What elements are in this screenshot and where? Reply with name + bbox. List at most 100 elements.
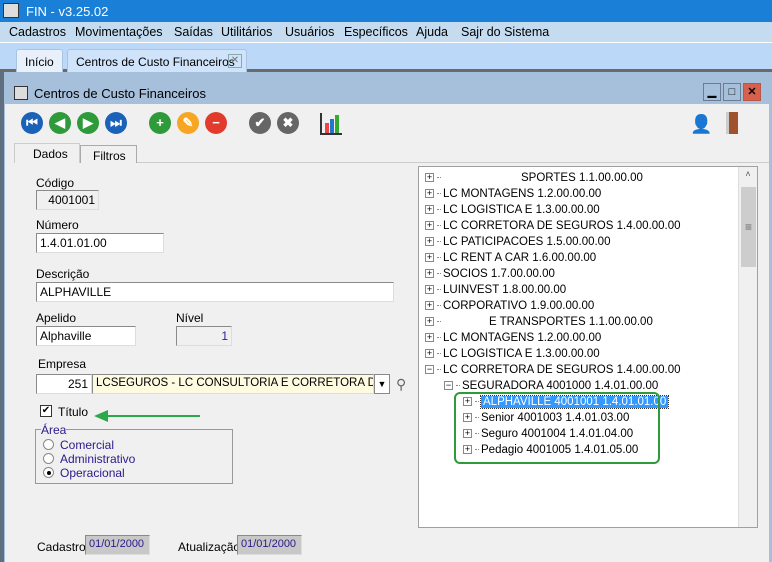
edit-icon[interactable]: ✎: [177, 112, 199, 134]
expand-icon[interactable]: +: [425, 237, 434, 247]
tree-node[interactable]: + LC MONTAGENS 1.2.00.00.00: [425, 330, 601, 346]
menu-cadastros[interactable]: Cadastros: [9, 25, 66, 39]
highlight-box: [454, 392, 660, 464]
expand-icon[interactable]: +: [425, 269, 434, 279]
nivel-field: 1: [176, 326, 232, 346]
expand-icon[interactable]: +: [425, 301, 434, 311]
confirm-icon[interactable]: ✔: [249, 112, 271, 134]
first-icon[interactable]: ⏮: [21, 112, 43, 134]
titulo-checkbox[interactable]: ✔: [40, 405, 52, 417]
form-tab-dados[interactable]: Dados: [14, 143, 80, 163]
user-security-icon[interactable]: 👤: [690, 114, 712, 135]
form-tab-filtros[interactable]: Filtros: [80, 145, 137, 163]
expand-icon[interactable]: +: [425, 221, 434, 231]
collapse-icon[interactable]: −: [425, 365, 434, 375]
search-icon[interactable]: ⚲: [396, 376, 406, 393]
scroll-up-icon[interactable]: ˄: [739, 169, 757, 185]
tab-label: Dados: [33, 147, 68, 161]
expand-icon[interactable]: +: [425, 205, 434, 215]
tab-centros-de-custo[interactable]: Centros de Custo Financeiros ✕: [67, 49, 247, 72]
delete-icon[interactable]: −: [205, 112, 227, 134]
tree-node[interactable]: + LC LOGISTICA E 1.3.00.00.00: [425, 202, 600, 218]
tree-node[interactable]: + SOCIOS 1.7.00.00.00: [425, 266, 555, 282]
title-bar: FIN - v3.25.02: [0, 0, 772, 22]
report-icon[interactable]: [320, 113, 342, 135]
tree-node[interactable]: + LC CORRETORA DE SEGUROS 1.4.00.00.00: [425, 218, 681, 234]
apelido-input[interactable]: Alphaville: [36, 326, 136, 346]
menu-especificos[interactable]: Específicos: [344, 25, 408, 39]
empresa-select[interactable]: LCSEGUROS - LC CONSULTORIA E CORRETORA D…: [92, 374, 374, 394]
previous-icon[interactable]: ◀: [49, 112, 71, 134]
tree-node[interactable]: + LC LOGISTICA E 1.3.00.00.00: [425, 346, 600, 362]
radio-operacional[interactable]: [43, 467, 54, 478]
exit-door-icon[interactable]: [726, 112, 738, 134]
tree-node[interactable]: + SPORTES 1.1.00.00.00: [425, 170, 643, 186]
app-icon: [3, 3, 19, 18]
tab-inicio[interactable]: Início: [16, 49, 63, 72]
cadastro-label: Cadastro: [37, 540, 86, 554]
tree-node[interactable]: − LC CORRETORA DE SEGUROS 1.4.00.00.00: [425, 362, 681, 378]
tree-node-label: LUINVEST 1.8.00.00.00: [443, 284, 567, 296]
cost-center-tree[interactable]: + SPORTES 1.1.00.00.00 + LC MONTAGENS 1.2.0…: [418, 166, 758, 528]
menu-movimentacoes[interactable]: Movimentações: [75, 25, 163, 39]
maximize-button[interactable]: □: [723, 83, 741, 101]
tree-connector: [437, 353, 441, 355]
expand-icon[interactable]: +: [425, 349, 434, 359]
menu-bar: Cadastros Movimentações Saídas Utilitári…: [0, 22, 772, 43]
tree-node-label: LC MONTAGENS 1.2.00.00.00: [443, 332, 602, 344]
expand-icon[interactable]: +: [425, 333, 434, 343]
tree-node-label: SPORTES 1.1.00.00.00: [521, 172, 643, 184]
tree-node[interactable]: + LUINVEST 1.8.00.00.00: [425, 282, 566, 298]
collapse-icon[interactable]: −: [444, 381, 453, 391]
expand-icon[interactable]: +: [425, 173, 434, 183]
descricao-input[interactable]: ALPHAVILLE: [36, 282, 394, 302]
tree-connector: [437, 273, 441, 275]
close-tab-icon[interactable]: ✕: [228, 54, 242, 68]
expand-icon[interactable]: +: [425, 253, 434, 263]
dropdown-arrow-icon[interactable]: ▼: [374, 374, 390, 394]
menu-utilitarios[interactable]: Utilitários: [221, 25, 272, 39]
nivel-label: Nível: [176, 311, 204, 325]
tree-node-label: LC RENT A CAR 1.6.00.00.00: [443, 252, 597, 264]
expand-icon[interactable]: +: [425, 317, 434, 327]
numero-label: Número: [36, 218, 79, 232]
window-title: Centros de Custo Financeiros: [34, 86, 206, 101]
atualizacao-label: Atualização: [178, 540, 241, 554]
scroll-thumb[interactable]: ≡: [741, 187, 756, 267]
tree-connector: [437, 241, 441, 243]
tree-node[interactable]: + E TRANSPORTES 1.1.00.00.00: [425, 314, 653, 330]
tree-node-label: LC LOGISTICA E 1.3.00.00.00: [443, 204, 600, 216]
tree-connector: [437, 321, 441, 323]
tree-node-label: LC CORRETORA DE SEGUROS 1.4.00.00.00: [443, 364, 681, 376]
radio-administrativo[interactable]: [43, 453, 54, 464]
add-icon[interactable]: +: [149, 112, 171, 134]
menu-usuarios[interactable]: Usuários: [285, 25, 334, 39]
minimize-button[interactable]: ▁: [703, 83, 721, 101]
menu-saidas[interactable]: Saídas: [174, 25, 213, 39]
cancel-icon[interactable]: ✖: [277, 112, 299, 134]
radio-comercial[interactable]: [43, 439, 54, 450]
close-button[interactable]: ✕: [743, 83, 761, 101]
tree-node[interactable]: + LC RENT A CAR 1.6.00.00.00: [425, 250, 596, 266]
tree-connector: [437, 337, 441, 339]
empresa-code-input[interactable]: 251: [36, 374, 92, 394]
tree-node[interactable]: + LC PATICIPACOES 1.5.00.00.00: [425, 234, 610, 250]
tree-node-label: SOCIOS 1.7.00.00.00: [443, 268, 555, 280]
tree-node[interactable]: + CORPORATIVO 1.9.00.00.00: [425, 298, 594, 314]
tab-label: Centros de Custo Financeiros: [76, 55, 235, 69]
tree-connector: [437, 369, 441, 371]
tree-node-label: LC LOGISTICA E 1.3.00.00.00: [443, 348, 600, 360]
expand-icon[interactable]: +: [425, 189, 434, 199]
tree-node[interactable]: + LC MONTAGENS 1.2.00.00.00: [425, 186, 601, 202]
tree-scrollbar[interactable]: ˄ ≡: [738, 167, 757, 527]
codigo-label: Código: [36, 176, 75, 190]
expand-icon[interactable]: +: [425, 285, 434, 295]
next-icon[interactable]: ▶: [77, 112, 99, 134]
tab-divider: [137, 162, 769, 163]
menu-sair[interactable]: Sajr do Sistema: [461, 25, 549, 39]
menu-ajuda[interactable]: Ajuda: [416, 25, 448, 39]
titulo-label: Título: [58, 405, 89, 419]
numero-input[interactable]: 1.4.01.01.00: [36, 233, 164, 253]
last-icon[interactable]: ⏭: [105, 112, 127, 134]
comercial-label: Comercial: [60, 438, 115, 452]
